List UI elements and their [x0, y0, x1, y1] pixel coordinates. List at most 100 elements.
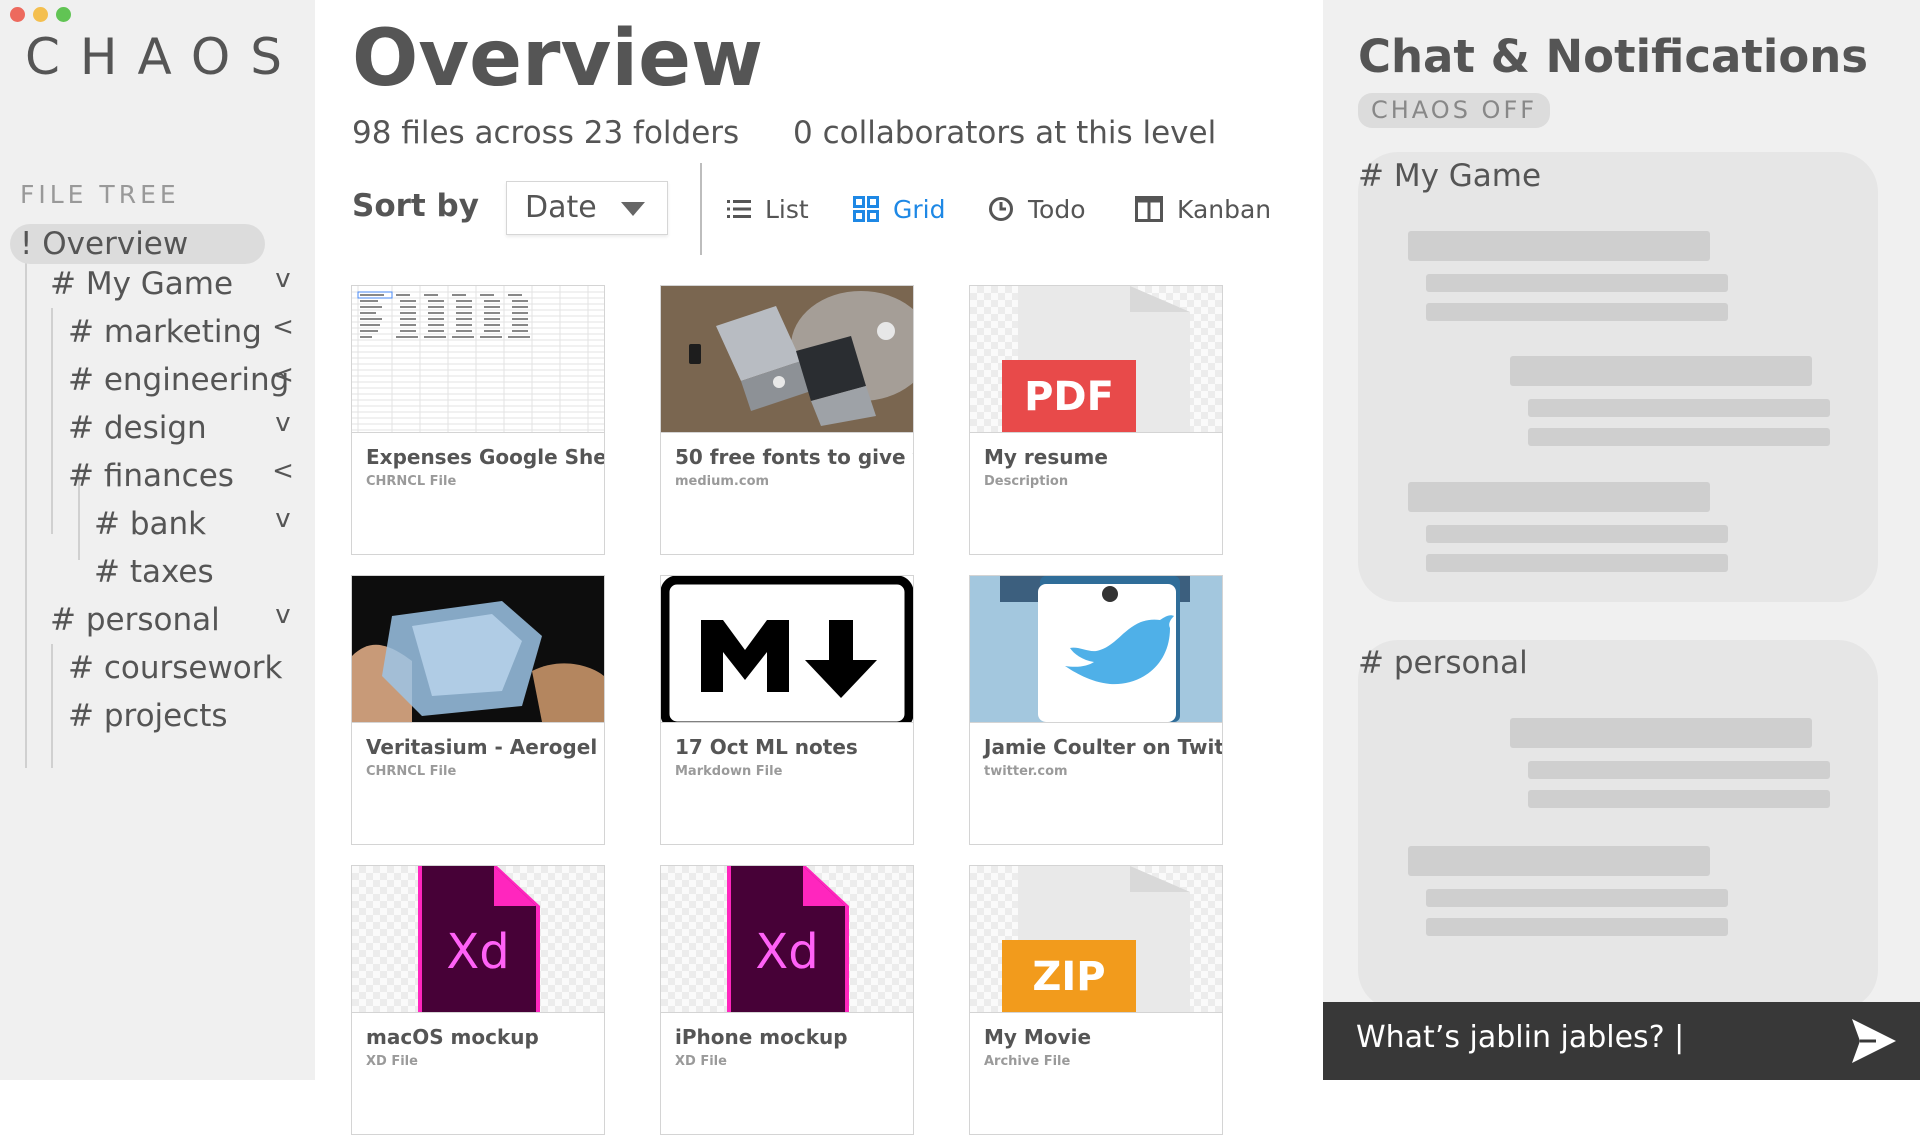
view-todo-button[interactable]: Todo — [988, 191, 1085, 227]
message-placeholder — [1426, 274, 1728, 292]
message-placeholder — [1510, 356, 1812, 386]
xd-file-thumbnail: Xd — [352, 866, 604, 1013]
minimize-window-button[interactable] — [33, 7, 48, 22]
tree-item-coursework[interactable]: # coursework — [68, 648, 282, 688]
file-card[interactable]: Expenses Google She.. CHRNCL File — [351, 285, 605, 555]
grid-icon — [853, 196, 879, 222]
chevron-down-icon[interactable]: v — [268, 600, 298, 630]
chevron-down-icon[interactable]: v — [268, 504, 298, 534]
message-placeholder — [1426, 554, 1728, 572]
pdf-badge: PDF — [1024, 374, 1114, 420]
message-placeholder — [1528, 428, 1830, 446]
chat-panel: Chat & Notifications CHAOS OFF # My Game… — [1323, 0, 1920, 1080]
kanban-icon — [1135, 196, 1163, 222]
tree-item-my-game[interactable]: # My Game — [50, 264, 233, 304]
file-card[interactable]: Jamie Coulter on Twitt.. twitter.com — [969, 575, 1223, 845]
app-logo: CHAOS — [25, 28, 302, 86]
card-subtitle: XD File — [366, 1054, 418, 1069]
view-kanban-button[interactable]: Kanban — [1135, 191, 1271, 227]
main-content: Overview 98 files across 23 folders 0 co… — [315, 0, 1323, 1135]
sort-label: Sort by — [352, 188, 479, 224]
file-card[interactable]: 17 Oct ML notes Markdown File — [660, 575, 914, 845]
chevron-left-icon[interactable]: < — [268, 360, 298, 390]
tree-guide-line — [51, 308, 53, 534]
tree-item-marketing[interactable]: # marketing — [68, 312, 262, 352]
message-placeholder — [1426, 525, 1728, 543]
tree-item-finances[interactable]: # finances — [68, 456, 234, 496]
zip-badge: ZIP — [1032, 954, 1105, 1000]
message-composer[interactable]: What’s jablin jables? | — [1323, 1002, 1920, 1080]
tree-item-projects[interactable]: # projects — [68, 696, 228, 736]
card-title: My resume — [984, 445, 1108, 469]
card-subtitle: XD File — [675, 1054, 727, 1069]
close-window-button[interactable] — [10, 7, 25, 22]
tree-item-engineering[interactable]: # engineering — [68, 360, 289, 400]
tree-item-bank[interactable]: # bank — [94, 504, 206, 544]
send-icon[interactable] — [1850, 1017, 1898, 1065]
message-placeholder — [1510, 718, 1812, 748]
xd-badge: Xd — [446, 924, 509, 980]
page-title: Overview — [352, 14, 764, 104]
chevron-left-icon[interactable]: < — [268, 456, 298, 486]
caret-down-icon — [621, 202, 645, 216]
chevron-left-icon[interactable]: < — [268, 312, 298, 342]
files-count: 98 files across 23 folders — [352, 115, 740, 151]
chevron-down-icon[interactable]: v — [268, 264, 298, 294]
card-subtitle: Description — [984, 474, 1069, 489]
view-kanban-label: Kanban — [1177, 194, 1272, 224]
message-input[interactable]: What’s jablin jables? | — [1356, 1020, 1684, 1055]
file-card[interactable]: Veritasium - Aerogel CHRNCL File — [351, 575, 605, 845]
message-placeholder — [1426, 889, 1728, 907]
card-title: macOS mockup — [366, 1025, 539, 1049]
card-subtitle: Archive File — [984, 1054, 1071, 1069]
card-title: Expenses Google She.. — [366, 445, 605, 469]
card-subtitle: CHRNCL File — [366, 764, 457, 779]
card-title: Jamie Coulter on Twitt.. — [984, 735, 1223, 759]
sort-dropdown[interactable]: Date — [506, 181, 668, 235]
message-placeholder — [1408, 846, 1710, 876]
sort-value: Date — [525, 190, 597, 225]
message-placeholder — [1408, 482, 1710, 512]
tree-guide-line — [25, 258, 27, 768]
message-placeholder — [1528, 761, 1830, 779]
xd-file-thumbnail: Xd — [661, 866, 913, 1013]
tree-item-overview[interactable]: ! Overview — [10, 224, 265, 264]
card-title: 50 free fonts to give y.. — [675, 445, 914, 469]
laptops-photo-thumbnail — [661, 286, 913, 433]
view-list-button[interactable]: List — [727, 191, 809, 227]
view-todo-label: Todo — [1028, 194, 1086, 224]
twitter-thumbnail — [970, 576, 1222, 723]
toolbar-divider — [700, 163, 702, 255]
view-list-label: List — [765, 194, 809, 224]
card-title: My Movie — [984, 1025, 1092, 1049]
sidebar: CHAOS FILE TREE ! Overview # My Game v #… — [0, 0, 315, 1080]
markdown-thumbnail — [661, 576, 913, 723]
chaos-status-badge[interactable]: CHAOS OFF — [1358, 93, 1551, 128]
tree-item-taxes[interactable]: # taxes — [94, 552, 214, 592]
window-controls — [10, 7, 71, 22]
chevron-down-icon[interactable]: v — [268, 408, 298, 438]
tree-item-design[interactable]: # design — [68, 408, 207, 448]
zoom-window-button[interactable] — [56, 7, 71, 22]
card-subtitle: Markdown File — [675, 764, 783, 779]
pdf-file-thumbnail: PDF — [970, 286, 1222, 433]
file-tree-label: FILE TREE — [20, 180, 180, 209]
view-grid-button[interactable]: Grid — [853, 191, 945, 227]
message-placeholder — [1528, 790, 1830, 808]
list-icon — [727, 200, 751, 218]
message-placeholder — [1528, 399, 1830, 417]
file-card[interactable]: Xd macOS mockup XD File — [351, 865, 605, 1135]
file-card[interactable]: PDF My resume Description — [969, 285, 1223, 555]
card-title: Veritasium - Aerogel — [366, 735, 598, 759]
file-card[interactable]: 50 free fonts to give y.. medium.com — [660, 285, 914, 555]
card-title: 17 Oct ML notes — [675, 735, 858, 759]
card-subtitle: twitter.com — [984, 764, 1068, 779]
channel-messages — [1358, 640, 1878, 1010]
file-card[interactable]: ZIP My Movie Archive File — [969, 865, 1223, 1135]
file-card[interactable]: Xd iPhone mockup XD File — [660, 865, 914, 1135]
tree-item-personal[interactable]: # personal — [50, 600, 220, 640]
channel-heading[interactable]: # My Game — [1358, 158, 1541, 194]
collaborators-count: 0 collaborators at this level — [793, 115, 1217, 151]
channel-heading[interactable]: # personal — [1358, 645, 1528, 681]
card-subtitle: medium.com — [675, 474, 770, 489]
